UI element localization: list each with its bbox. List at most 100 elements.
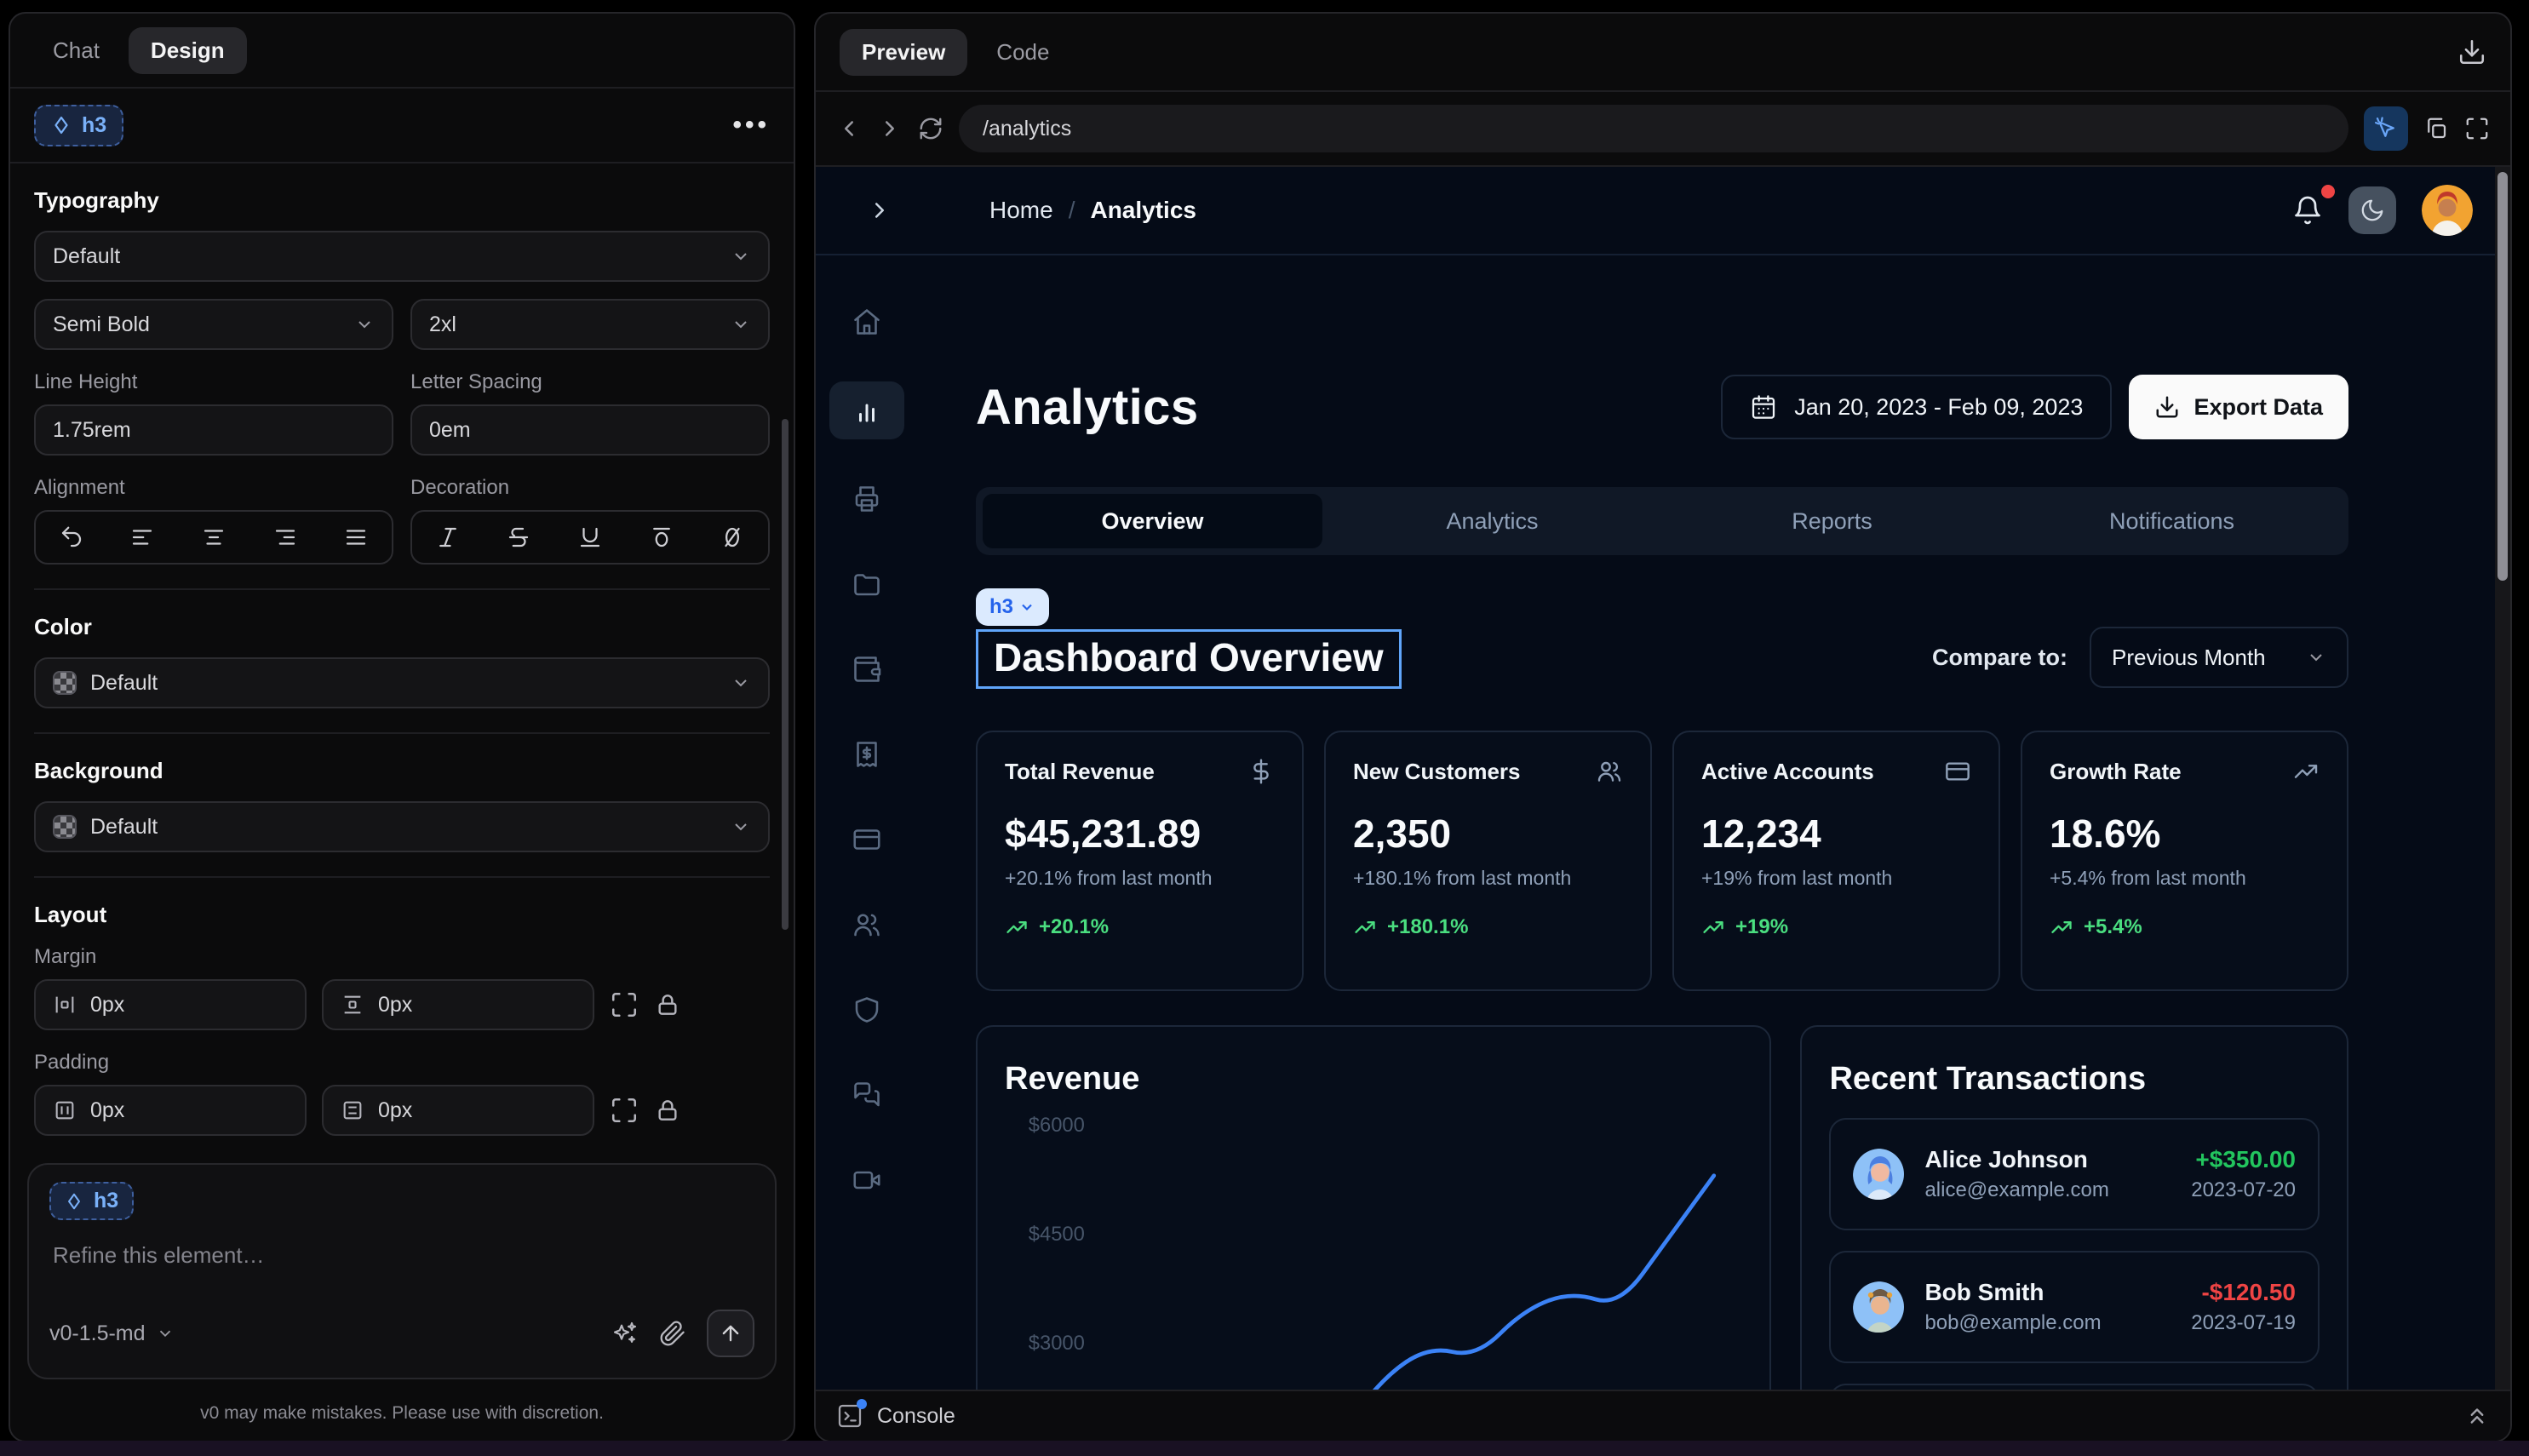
breadcrumb-home[interactable]: Home	[989, 197, 1053, 224]
align-justify-icon[interactable]	[343, 525, 369, 550]
tab-design[interactable]: Design	[129, 27, 247, 74]
sidebar-item-wallet[interactable]	[829, 644, 904, 695]
tab-preview[interactable]: Preview	[840, 29, 967, 76]
lock-icon[interactable]	[654, 991, 681, 1018]
decoration-toolbar	[410, 510, 770, 565]
bell-icon	[2292, 195, 2323, 226]
download-icon[interactable]	[2457, 37, 2486, 66]
preview-scrollbar-thumb[interactable]	[2497, 172, 2508, 581]
align-right-icon[interactable]	[272, 525, 298, 550]
sidebar-item-messages[interactable]	[829, 1069, 904, 1121]
sidebar-item-printer[interactable]	[829, 473, 904, 525]
expand-icon[interactable]	[610, 990, 639, 1019]
model-select[interactable]: v0-1.5-md	[49, 1321, 175, 1346]
preview-viewport: Home / Analytics	[816, 167, 2510, 1390]
fullscreen-icon[interactable]	[2464, 116, 2490, 141]
undo-icon[interactable]	[59, 525, 84, 550]
transaction-name: Alice Johnson	[1924, 1146, 2171, 1173]
notifications-button[interactable]	[2292, 195, 2323, 226]
margin-y-input[interactable]: 0px	[322, 979, 594, 1030]
font-weight-select[interactable]: Semi Bold	[34, 299, 393, 350]
overline-icon[interactable]	[649, 525, 674, 550]
sidebar-item-home[interactable]	[829, 296, 904, 347]
stat-card-active-accounts: Active Accounts 12,234 +19% from last mo…	[1672, 731, 2000, 991]
tab-notifications[interactable]: Notifications	[2002, 494, 2342, 548]
color-select[interactable]: Default	[34, 657, 770, 708]
forward-icon[interactable]	[877, 116, 903, 141]
send-button[interactable]	[707, 1310, 754, 1357]
page-title: Analytics	[976, 379, 1199, 436]
padding-y-input[interactable]: 0px	[322, 1085, 594, 1136]
trending-up-icon	[1353, 915, 1377, 939]
refine-composer[interactable]: h3 Refine this element… v0-1.5-md	[27, 1163, 777, 1379]
dashboard-tabs: Overview Analytics Reports Notifications	[976, 487, 2348, 555]
transaction-date: 2023-07-19	[2191, 1311, 2296, 1335]
chevrons-up-icon[interactable]	[2464, 1403, 2490, 1429]
padding-x-input[interactable]: 0px	[34, 1085, 307, 1136]
transaction-name: Bob Smith	[1924, 1279, 2171, 1306]
background-select[interactable]: Default	[34, 801, 770, 852]
sidebar-toggle-icon[interactable]	[867, 198, 892, 223]
more-menu-icon[interactable]: •••	[732, 111, 770, 140]
sidebar-item-receipt[interactable]	[829, 729, 904, 780]
line-height-input[interactable]: 1.75rem	[34, 404, 393, 456]
home-icon	[852, 307, 882, 337]
composer-placeholder[interactable]: Refine this element…	[53, 1242, 751, 1269]
back-icon[interactable]	[836, 116, 862, 141]
select-element-button[interactable]	[2364, 106, 2408, 151]
sidebar-item-users[interactable]	[829, 899, 904, 950]
sidebar-scrollbar[interactable]	[782, 419, 789, 930]
sparkles-icon[interactable]	[611, 1320, 639, 1347]
compare-label: Compare to:	[1932, 645, 2067, 671]
font-size-select[interactable]: 2xl	[410, 299, 770, 350]
italic-icon[interactable]	[435, 525, 461, 550]
refresh-icon[interactable]	[918, 116, 943, 141]
copy-icon[interactable]	[2423, 116, 2449, 141]
no-decoration-icon[interactable]	[720, 525, 745, 550]
export-data-button[interactable]: Export Data	[2129, 375, 2348, 439]
selection-tag-chip[interactable]: h3	[976, 588, 1049, 626]
date-range-button[interactable]: Jan 20, 2023 - Feb 09, 2023	[1721, 375, 2112, 439]
composer-element-chip[interactable]: h3	[49, 1182, 134, 1220]
compare-select[interactable]: Previous Month	[2090, 627, 2348, 688]
breadcrumb-current[interactable]: Analytics	[1090, 197, 1196, 224]
align-left-icon[interactable]	[129, 525, 155, 550]
section-title-selected[interactable]: Dashboard Overview	[976, 629, 1402, 689]
element-chip[interactable]: h3	[34, 105, 123, 146]
alignment-toolbar	[34, 510, 393, 565]
sidebar-item-video[interactable]	[829, 1155, 904, 1206]
y-tick-3000: $3000	[1029, 1332, 1085, 1355]
cursor-icon	[2373, 116, 2399, 141]
dollar-icon	[1247, 758, 1275, 785]
tab-code[interactable]: Code	[974, 29, 1071, 76]
preview-panel: Preview Code /analytics Home / Ana	[814, 12, 2512, 1442]
selected-element-row: h3 •••	[10, 89, 794, 163]
tab-analytics[interactable]: Analytics	[1322, 494, 1662, 548]
sidebar-item-security[interactable]	[829, 984, 904, 1035]
console-bar[interactable]: Console	[816, 1390, 2510, 1441]
revenue-line	[1049, 1176, 1714, 1390]
underline-icon[interactable]	[577, 525, 603, 550]
color-swatch-icon	[53, 671, 77, 695]
padding-label: Padding	[34, 1051, 770, 1075]
font-family-select[interactable]: Default	[34, 231, 770, 282]
tab-reports[interactable]: Reports	[1662, 494, 2002, 548]
margin-x-input[interactable]: 0px	[34, 979, 307, 1030]
avatar[interactable]	[2422, 185, 2473, 236]
tab-chat[interactable]: Chat	[31, 27, 122, 74]
expand-icon[interactable]	[610, 1096, 639, 1125]
theme-toggle-button[interactable]	[2348, 186, 2396, 234]
sidebar-item-folder[interactable]	[829, 559, 904, 610]
strikethrough-icon[interactable]	[506, 525, 531, 550]
letter-spacing-input[interactable]: 0em	[410, 404, 770, 456]
align-center-icon[interactable]	[201, 525, 227, 550]
sidebar-item-analytics[interactable]	[829, 381, 904, 439]
sidebar-item-billing[interactable]	[829, 814, 904, 865]
url-input[interactable]: /analytics	[959, 105, 2348, 152]
tab-overview[interactable]: Overview	[983, 494, 1322, 548]
attach-icon[interactable]	[659, 1320, 686, 1347]
lock-icon[interactable]	[654, 1097, 681, 1124]
sidebar-tabs: Chat Design	[10, 14, 794, 89]
printer-icon	[852, 484, 882, 514]
typography-section: Typography Default Semi Bold 2xl	[34, 163, 770, 590]
